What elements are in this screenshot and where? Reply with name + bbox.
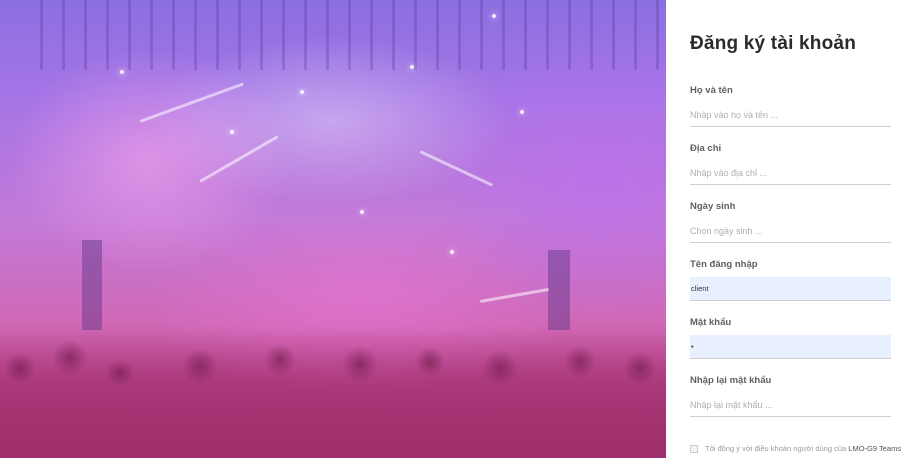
confetti-sparkle — [300, 90, 304, 94]
terms-agreement: Tôi đồng ý với điều khoản người dùng của… — [690, 444, 901, 453]
terms-text: Tôi đồng ý với điều khoản người dùng của… — [705, 444, 901, 453]
signup-panel: Đăng ký tài khoản Họ và tên Địa chỉ Ngày… — [666, 0, 916, 458]
birthday-label: Ngày sinh — [690, 201, 736, 212]
confirm-password-input[interactable] — [690, 393, 891, 417]
terms-label: Tôi đồng ý với điều khoản người dùng của — [705, 444, 847, 453]
password-label: Mật khẩu — [690, 317, 732, 328]
fullname-label: Họ và tên — [690, 85, 733, 96]
birthday-input[interactable] — [690, 219, 891, 243]
right-speaker-stack — [548, 250, 570, 330]
concert-hero-image — [0, 0, 666, 458]
left-speaker-stack — [82, 240, 102, 330]
light-beam — [199, 135, 279, 183]
confetti-sparkle — [230, 130, 234, 134]
light-beam — [479, 287, 550, 303]
fullname-input[interactable] — [690, 103, 891, 127]
confetti-sparkle — [492, 14, 496, 18]
confetti-sparkle — [450, 250, 454, 254]
password-field: Mật khẩu — [690, 317, 891, 359]
fullname-field: Họ và tên — [690, 85, 891, 127]
light-beam — [419, 150, 494, 187]
crowd-silhouette — [0, 328, 666, 458]
address-field: Địa chỉ — [690, 143, 891, 185]
confetti-sparkle — [120, 70, 124, 74]
stage-lighting-rig — [40, 0, 660, 70]
address-label: Địa chỉ — [690, 143, 722, 154]
username-label: Tên đăng nhập — [690, 259, 758, 270]
confetti-sparkle — [360, 210, 364, 214]
confetti-sparkle — [520, 110, 524, 114]
address-input[interactable] — [690, 161, 891, 185]
username-input[interactable] — [690, 277, 891, 301]
checkbox-icon[interactable] — [690, 444, 698, 453]
confirm-password-field: Nhập lại mật khẩu — [690, 375, 891, 417]
birthday-field: Ngày sinh — [690, 201, 891, 243]
page-title: Đăng ký tài khoản — [690, 33, 856, 54]
confetti-sparkle — [410, 65, 414, 69]
password-input[interactable] — [690, 335, 891, 359]
username-field: Tên đăng nhập — [690, 259, 891, 301]
confirm-password-label: Nhập lại mật khẩu — [690, 375, 772, 386]
terms-brand: LMO-G9 Teams — [848, 444, 902, 453]
light-beam — [139, 82, 244, 123]
